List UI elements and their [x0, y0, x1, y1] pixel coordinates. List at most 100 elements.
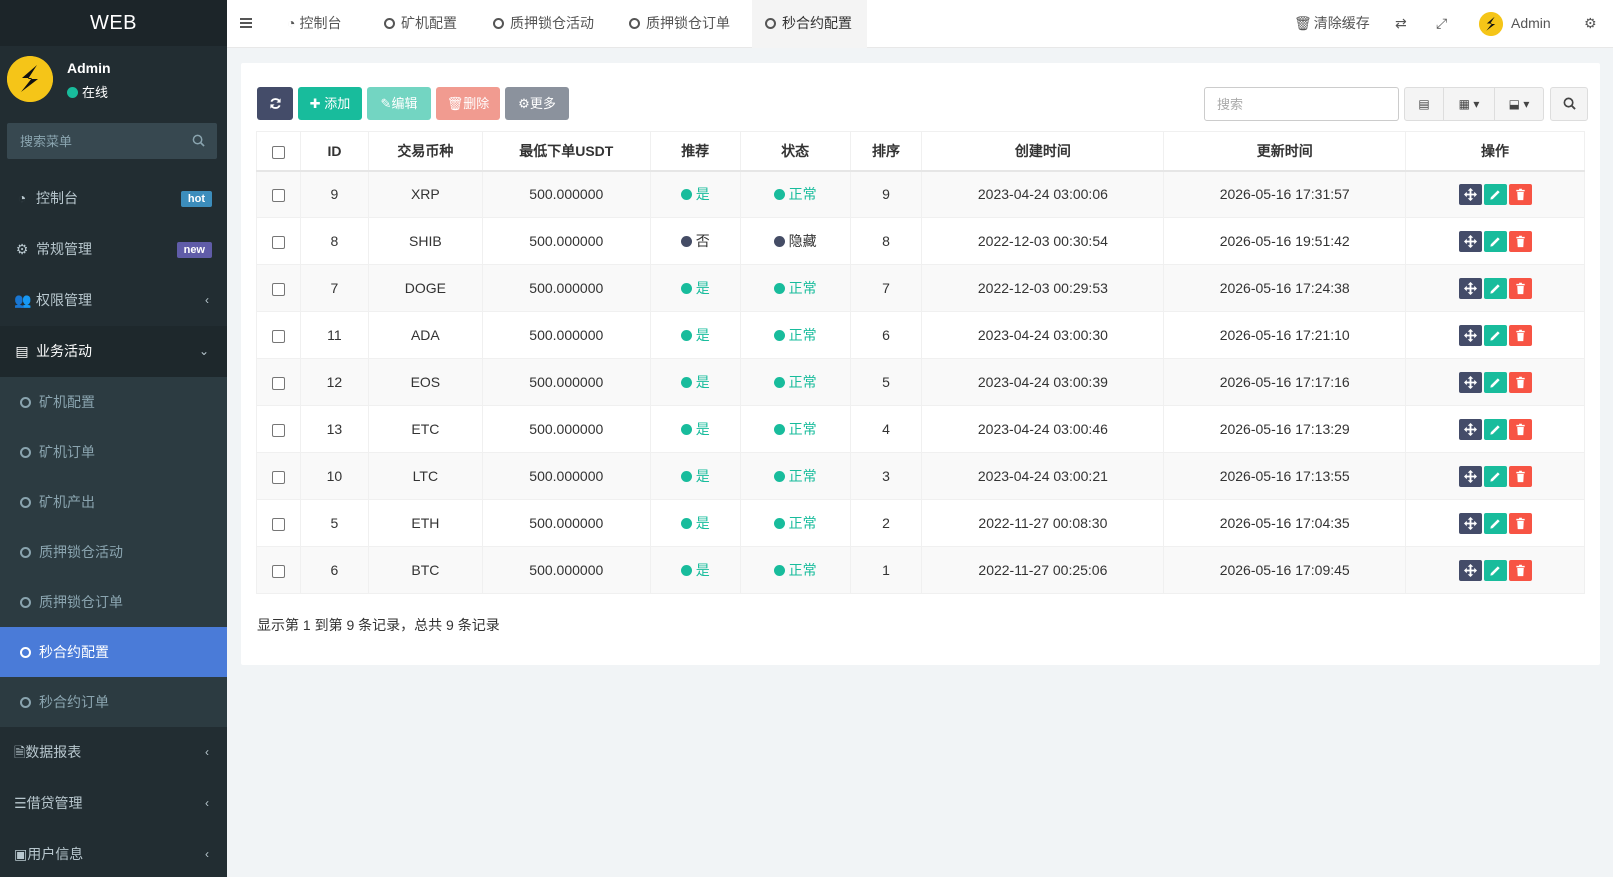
tab-staking-activity[interactable]: 质押锁仓活动 — [485, 0, 602, 48]
recommend-cell[interactable]: 是 — [650, 358, 741, 406]
app-logo[interactable]: WEB — [0, 0, 227, 46]
tab-miner-config[interactable]: 矿机配置 — [376, 0, 465, 48]
row-checkbox[interactable] — [271, 517, 285, 531]
status-cell[interactable]: 隐藏 — [740, 217, 851, 265]
drag-sort-button[interactable] — [1458, 277, 1482, 299]
sidebar-item-business[interactable]: ▤ 业务活动 ⌄ — [0, 326, 227, 377]
row-delete-button[interactable] — [1508, 277, 1532, 299]
table-row[interactable]: 7 DOGE 500.000000 是正常 7 2022-12-03 00:29:53 20… — [256, 264, 1585, 312]
row-delete-button[interactable] — [1508, 371, 1532, 393]
row-checkbox[interactable] — [271, 564, 285, 578]
status-cell[interactable]: 正常 — [740, 499, 851, 547]
column-header[interactable]: 交易币种 — [368, 131, 483, 172]
drag-sort-button[interactable] — [1458, 418, 1482, 440]
refresh-button[interactable] — [257, 87, 293, 120]
drag-sort-button[interactable] — [1458, 512, 1482, 534]
drag-sort-button[interactable] — [1458, 324, 1482, 346]
sidebar-search-input[interactable] — [7, 123, 187, 159]
translate-icon[interactable]: ⇄ — [1395, 0, 1407, 48]
column-header[interactable]: 最低下单USDT — [482, 131, 651, 172]
sidebar-item-dashboard[interactable]: ◔ 控制台 hot — [0, 173, 227, 224]
sidebar-subitem-miner-config[interactable]: 矿机配置 — [0, 377, 227, 427]
row-edit-button[interactable] — [1483, 324, 1507, 346]
row-checkbox[interactable] — [271, 376, 285, 390]
row-checkbox[interactable] — [271, 235, 285, 249]
drag-sort-button[interactable] — [1458, 559, 1482, 581]
row-edit-button[interactable] — [1483, 559, 1507, 581]
column-header[interactable]: ID — [300, 131, 369, 172]
recommend-cell[interactable]: 否 — [650, 217, 741, 265]
column-header[interactable]: 创建时间 — [921, 131, 1165, 172]
column-header[interactable]: 推荐 — [650, 131, 741, 172]
table-row[interactable]: 12 EOS 500.000000 是正常 5 2023-04-24 03:00:39 20… — [256, 358, 1585, 406]
export-button[interactable]: ⬓ ▾ — [1494, 87, 1544, 121]
recommend-cell[interactable]: 是 — [650, 546, 741, 594]
delete-button[interactable]: 🗑删除 — [436, 87, 500, 120]
row-edit-button[interactable] — [1483, 512, 1507, 534]
drag-sort-button[interactable] — [1458, 465, 1482, 487]
tab-dashboard[interactable]: ◔ 控制台 — [281, 0, 347, 48]
add-button[interactable]: ✚ 添加 — [298, 87, 362, 120]
tab-staking-orders[interactable]: 质押锁仓订单 — [621, 0, 738, 48]
header-avatar[interactable] — [1479, 12, 1503, 36]
sidebar-item-reports[interactable]: 🗎数据报表 ‹ — [0, 727, 227, 778]
row-checkbox[interactable] — [271, 329, 285, 343]
sidebar-subitem-second-contract-config[interactable]: 秒合约配置 — [0, 627, 227, 677]
drag-sort-button[interactable] — [1458, 230, 1482, 252]
row-checkbox[interactable] — [271, 189, 285, 203]
status-cell[interactable]: 正常 — [740, 452, 851, 500]
status-cell[interactable]: 正常 — [740, 546, 851, 594]
row-edit-button[interactable] — [1483, 418, 1507, 440]
table-row[interactable]: 9 XRP 500.000000 是正常 9 2023-04-24 03:00:06 202… — [256, 170, 1585, 218]
row-delete-button[interactable] — [1508, 559, 1532, 581]
row-edit-button[interactable] — [1483, 183, 1507, 205]
settings-icon[interactable]: ⚙ — [1584, 0, 1597, 48]
status-cell[interactable]: 正常 — [740, 311, 851, 359]
row-checkbox[interactable] — [271, 282, 285, 296]
table-row[interactable]: 6 BTC 500.000000 是正常 1 2022-11-27 00:25:06 202… — [256, 546, 1585, 594]
row-edit-button[interactable] — [1483, 371, 1507, 393]
recommend-cell[interactable]: 是 — [650, 264, 741, 312]
search-toggle-button[interactable] — [1550, 87, 1588, 121]
row-delete-button[interactable] — [1508, 418, 1532, 440]
row-edit-button[interactable] — [1483, 277, 1507, 299]
table-row[interactable]: 10 LTC 500.000000 是正常 3 2023-04-24 03:00:21 20… — [256, 452, 1585, 500]
sidebar-subitem-second-contract-orders[interactable]: 秒合约订单 — [0, 677, 227, 727]
column-header[interactable]: 状态 — [740, 131, 851, 172]
sidebar-item-loans[interactable]: ☰借贷管理 ‹ — [0, 778, 227, 829]
clear-cache-button[interactable]: 🗑 清除缓存 — [1294, 0, 1370, 48]
row-delete-button[interactable] — [1508, 324, 1532, 346]
row-checkbox[interactable] — [271, 423, 285, 437]
sidebar-subitem-staking-orders[interactable]: 质押锁仓订单 — [0, 577, 227, 627]
recommend-cell[interactable]: 是 — [650, 499, 741, 547]
columns-button[interactable]: ▦ ▾ — [1443, 87, 1495, 121]
sidebar-item-user-info[interactable]: ▣用户信息 ‹ — [0, 829, 227, 877]
search-icon[interactable] — [192, 134, 205, 147]
status-cell[interactable]: 正常 — [740, 264, 851, 312]
table-row[interactable]: 13 ETC 500.000000 是正常 4 2023-04-24 03:00:46 20… — [256, 405, 1585, 453]
table-row[interactable]: 8 SHIB 500.000000 否隐藏 8 2022-12-03 00:30:54 20… — [256, 217, 1585, 265]
toggle-view-button[interactable]: ▤ — [1404, 87, 1444, 121]
sidebar-item-permissions[interactable]: 👥 权限管理 ‹ — [0, 275, 227, 326]
fullscreen-icon[interactable]: ⤢ — [1436, 0, 1447, 48]
status-cell[interactable]: 正常 — [740, 358, 851, 406]
row-checkbox[interactable] — [271, 470, 285, 484]
drag-sort-button[interactable] — [1458, 371, 1482, 393]
sidebar-item-general[interactable]: ⚙ 常规管理 new — [0, 224, 227, 275]
row-edit-button[interactable] — [1483, 465, 1507, 487]
menu-toggle-icon[interactable] — [237, 15, 255, 31]
recommend-cell[interactable]: 是 — [650, 405, 741, 453]
recommend-cell[interactable]: 是 — [650, 452, 741, 500]
table-search-input[interactable] — [1204, 87, 1399, 121]
row-delete-button[interactable] — [1508, 465, 1532, 487]
recommend-cell[interactable]: 是 — [650, 170, 741, 218]
more-button[interactable]: ⚙更多 — [505, 87, 569, 120]
column-header[interactable]: 更新时间 — [1163, 131, 1407, 172]
row-edit-button[interactable] — [1483, 230, 1507, 252]
column-header[interactable]: 排序 — [850, 131, 923, 172]
table-row[interactable]: 5 ETH 500.000000 是正常 2 2022-11-27 00:08:30 202… — [256, 499, 1585, 547]
row-delete-button[interactable] — [1508, 183, 1532, 205]
row-delete-button[interactable] — [1508, 512, 1532, 534]
select-all-checkbox[interactable] — [271, 145, 285, 159]
tab-second-contract-config[interactable]: 秒合约配置 — [752, 0, 867, 48]
